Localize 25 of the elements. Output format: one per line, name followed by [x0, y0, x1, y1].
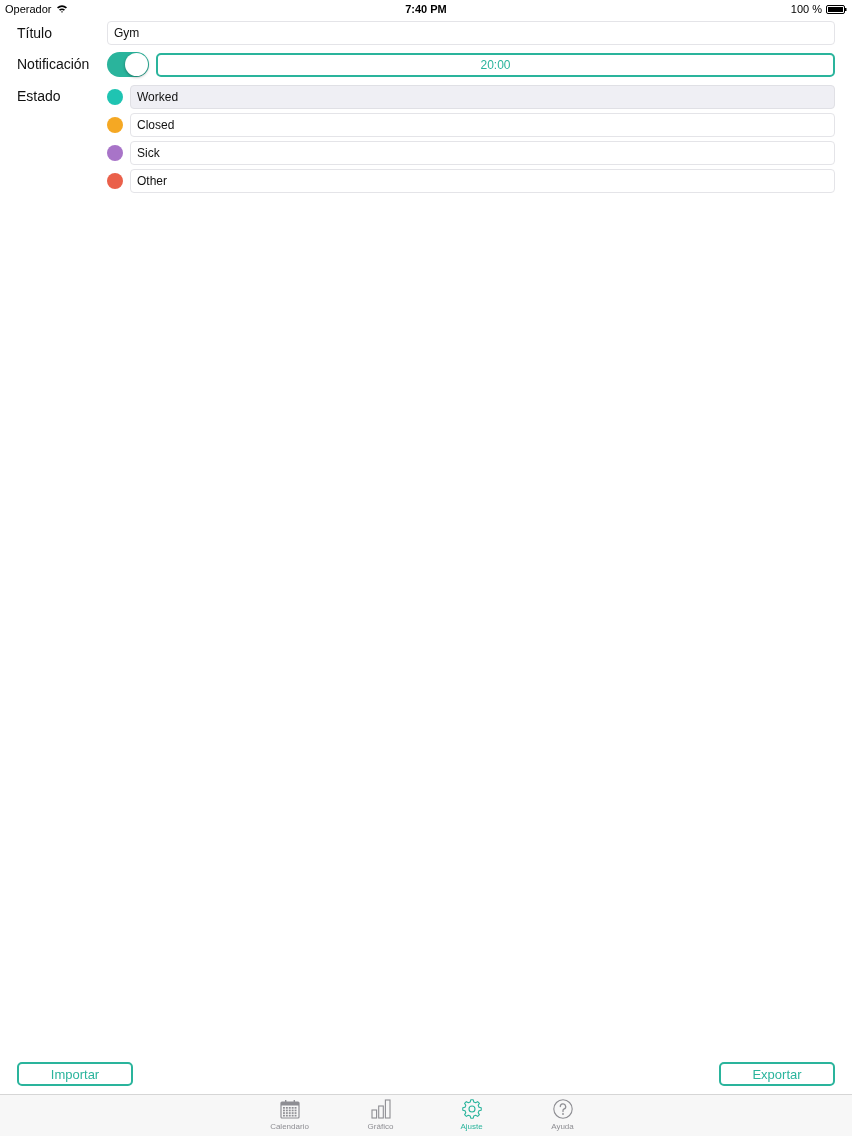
- calendar-icon: [279, 1099, 300, 1119]
- import-button[interactable]: Importar: [17, 1062, 133, 1086]
- status-label: Estado: [17, 87, 62, 106]
- tab-bar-item[interactable]: Gráfico: [335, 1095, 426, 1136]
- tab-bar-item[interactable]: Calendario: [244, 1095, 335, 1136]
- notification-toggle[interactable]: [107, 52, 149, 77]
- tab-bar-item[interactable]: Ajuste: [426, 1095, 517, 1136]
- status-name-field[interactable]: Closed: [130, 113, 835, 137]
- settings-icon: [461, 1099, 482, 1119]
- status-name-field[interactable]: Worked: [130, 85, 835, 109]
- help-icon: [552, 1099, 573, 1119]
- battery-icon: [826, 4, 847, 14]
- notification-label: Notificación: [17, 55, 91, 74]
- clock-label: 7:40 PM: [405, 3, 447, 15]
- export-button[interactable]: Exportar: [719, 1062, 835, 1086]
- carrier-label: Operador: [5, 3, 52, 15]
- title-field[interactable]: Gym: [107, 21, 835, 45]
- status-name-field[interactable]: Sick: [130, 141, 835, 165]
- status-name-field[interactable]: Other: [130, 169, 835, 193]
- battery-label: 100 %: [790, 3, 822, 15]
- tab-bar-item[interactable]: Ayuda: [517, 1095, 608, 1136]
- bar-chart-icon: [370, 1099, 391, 1119]
- wifi-icon: [56, 4, 69, 14]
- time-field[interactable]: 20:00: [156, 52, 835, 77]
- title-label: Título: [17, 24, 53, 43]
